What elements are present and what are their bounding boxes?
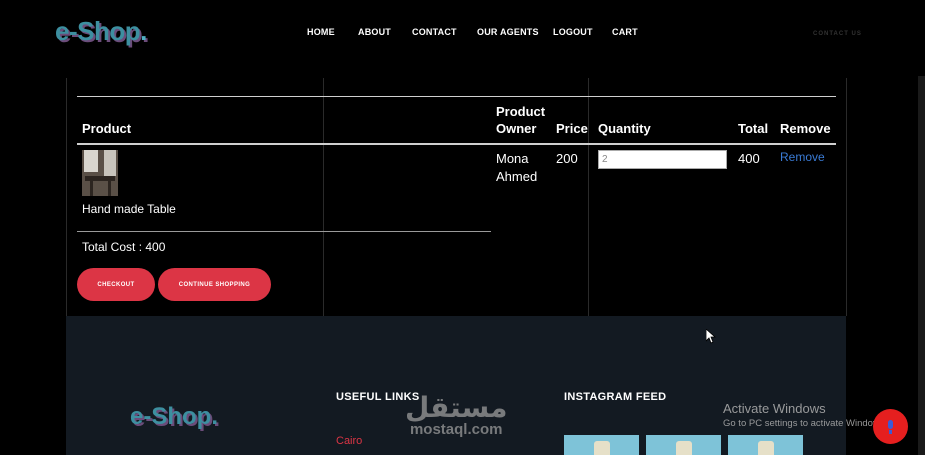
activate-windows-notice: Activate Windows Go to PC settings to ac… [723,401,887,429]
header-total: Total [738,121,769,136]
activate-title: Activate Windows [723,401,826,416]
header-product: Product [82,121,132,136]
table-top-border [77,96,836,97]
logo-dot: . [140,16,147,46]
microphone-icon [888,420,893,434]
table-header-border [77,143,836,145]
nav-about[interactable]: ABOUT [358,27,391,37]
panel-border-right [846,78,847,316]
microphone-button[interactable] [873,409,908,444]
continue-shopping-button[interactable]: CONTINUE SHOPPING [158,268,271,301]
nav-home[interactable]: HOME [307,27,335,37]
nav-logout[interactable]: LOGOUT [553,27,593,37]
product-price: 200 [556,151,578,166]
header-price: Price [556,121,588,136]
instagram-feed-title: INSTAGRAM FEED [564,391,667,403]
instagram-thumb[interactable] [646,435,721,455]
nav-contact[interactable]: CONTACT [412,27,457,37]
product-image[interactable] [82,150,118,196]
header-product-owner: Product Owner [496,104,546,136]
total-cost: Total Cost : 400 [82,240,166,254]
contact-us-link[interactable]: CONTACT US [813,31,862,37]
header-remove: Remove [780,121,831,136]
column-divider [323,78,324,316]
total-divider [77,231,491,232]
row-total: 400 [738,151,760,166]
page-scrollbar[interactable] [918,76,925,455]
product-owner: Mona Ahmed [496,151,538,184]
instagram-thumb[interactable] [728,435,803,455]
mostaql-watermark: مستقل mostaql.com [405,391,508,438]
remove-link[interactable]: Remove [780,150,825,164]
nav-cart[interactable]: CART [612,27,638,37]
mouse-cursor-icon [706,329,716,344]
logo-text: e-Shop [55,16,141,46]
instagram-thumb[interactable] [564,435,639,455]
site-logo[interactable]: e-Shop. [55,16,147,47]
footer-link-cairo[interactable]: Cairo [336,435,362,447]
watermark-latin: mostaql.com [409,421,503,438]
activate-subtitle: Go to PC settings to activate Windows. [723,418,888,429]
nav-our-agents[interactable]: OUR AGENTS [477,27,539,37]
watermark-arabic: مستقل [405,391,508,424]
column-divider [588,78,589,316]
footer-logo[interactable]: e-Shop. [130,403,218,431]
checkout-button[interactable]: CHECKOUT [77,268,155,301]
panel-border-left [66,78,67,316]
product-name: Hand made Table [82,202,176,216]
quantity-input[interactable] [598,150,727,169]
header-quantity: Quantity [598,121,651,136]
